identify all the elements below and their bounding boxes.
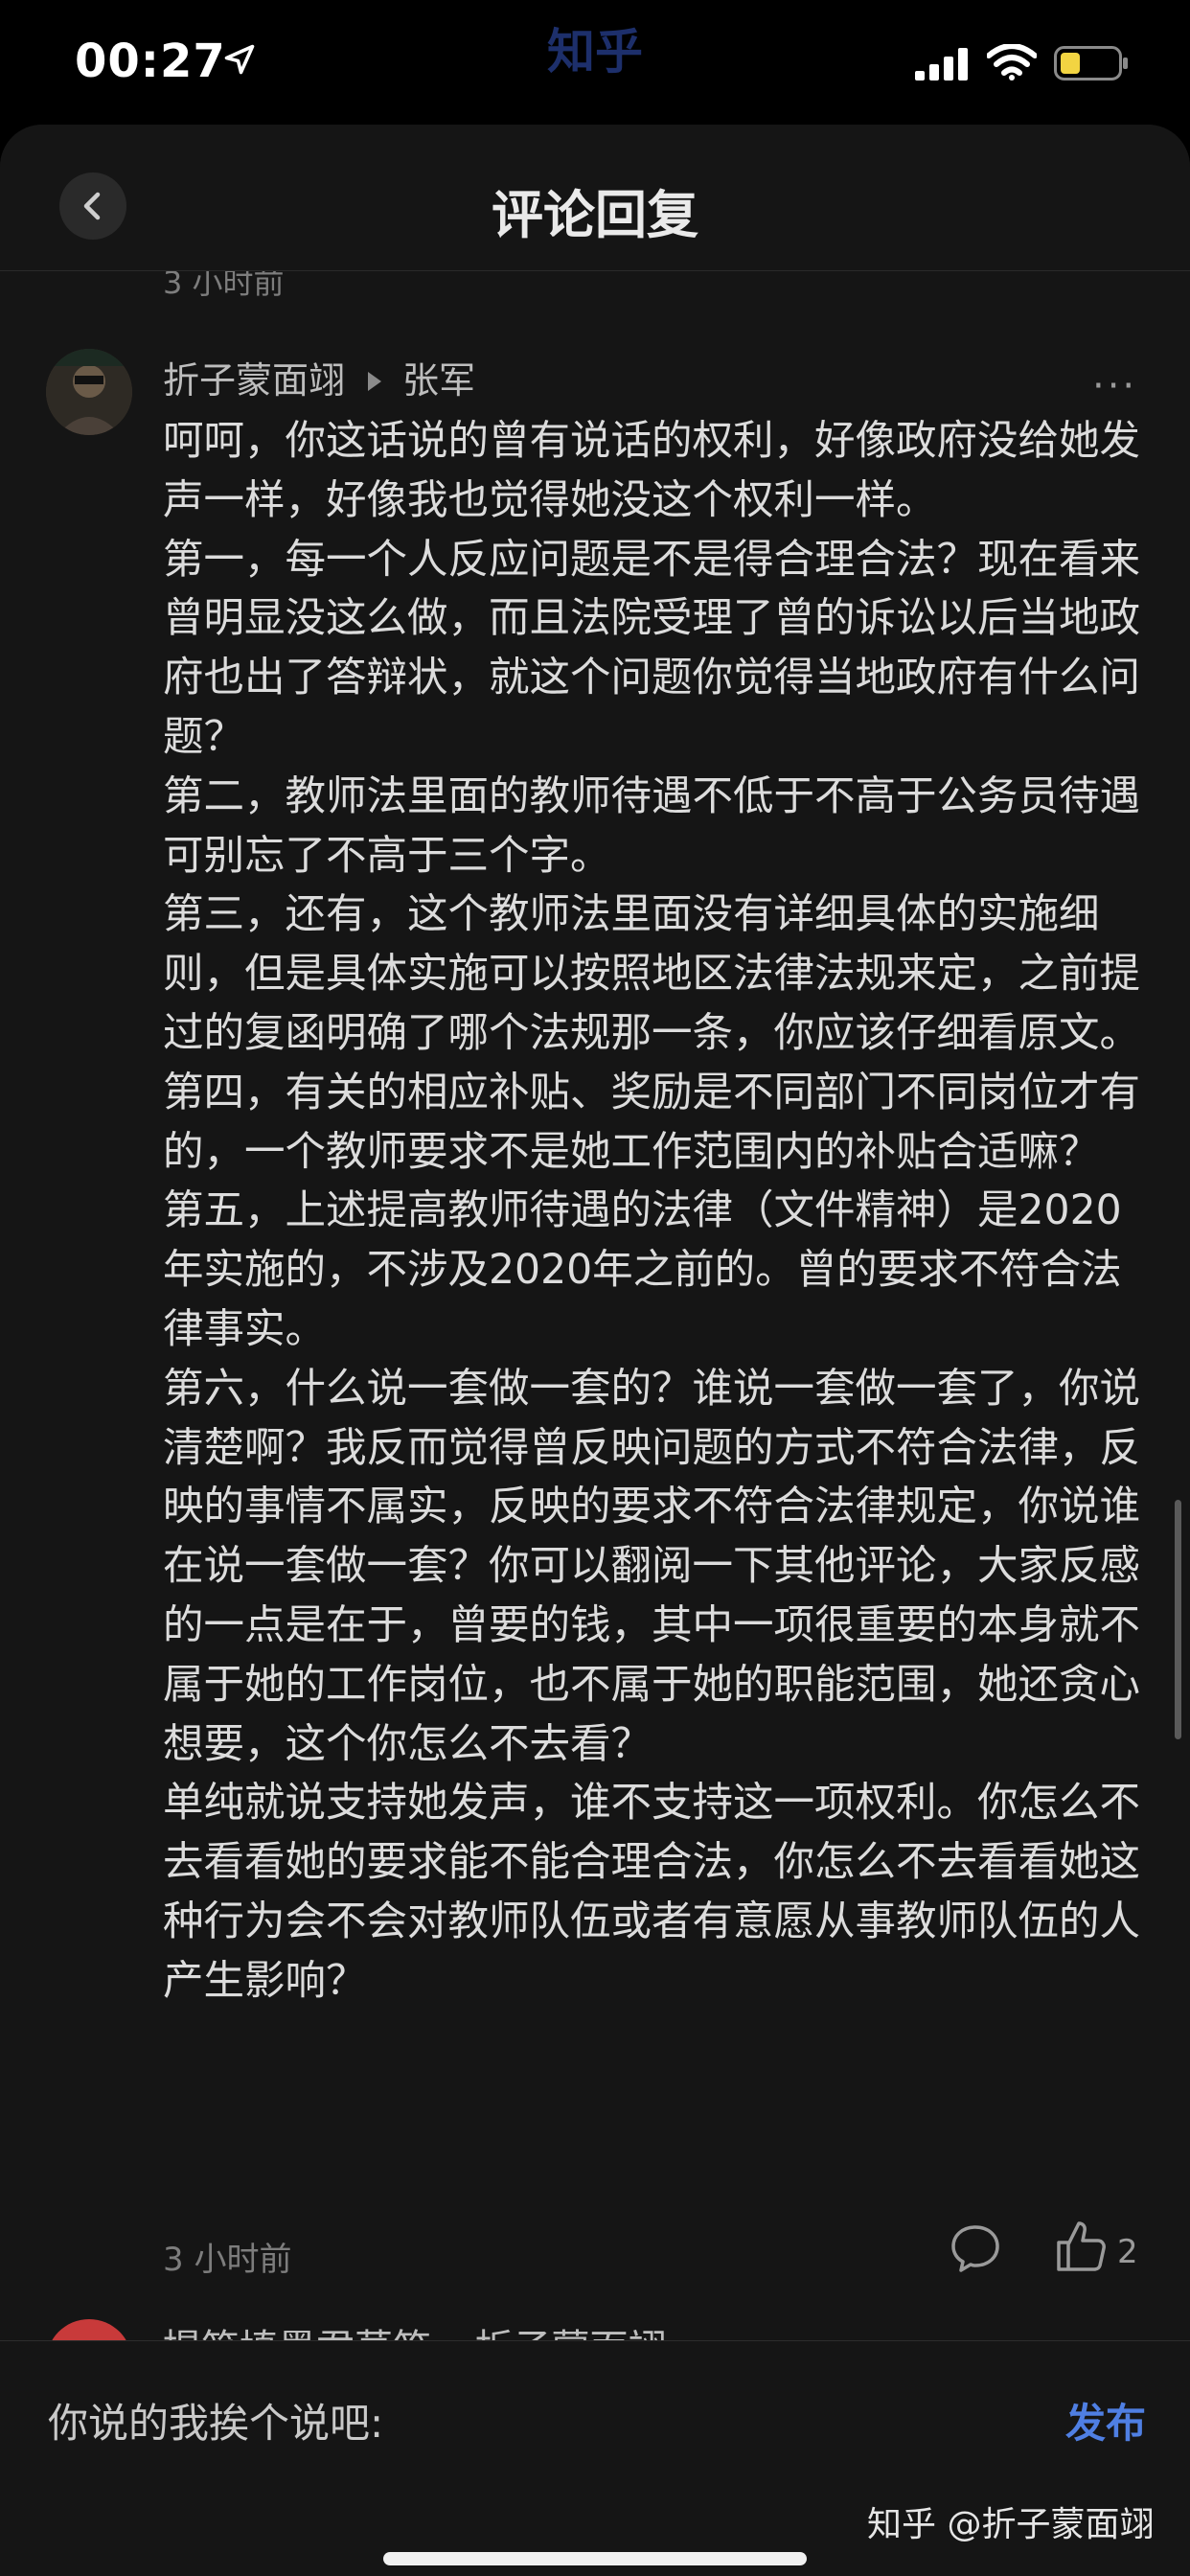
reply-bubble-icon[interactable] [949,2221,1002,2275]
thumbs-up-icon[interactable] [1054,2218,1108,2275]
reply-arrow-icon [368,371,382,391]
publish-button[interactable]: 发布 [1065,2391,1146,2450]
status-bar: 00:27 知乎 [0,0,1190,125]
comment-paragraph: 第六，什么说一套做一套的？谁说一套做一套了，你说清楚啊？我反而觉得曾反映问题的方… [163,1365,1141,1768]
comment-paragraph: 第二，教师法里面的教师待遇不低于不高于公务员待遇可别忘了不高于三个字。 [163,772,1141,880]
comment-paragraph: 第五，上述提高教师待遇的法律（文件精神）是2020年实施的，不涉及2020年之前… [163,1187,1122,1353]
comment-time: 3 小时前 [163,2241,292,2279]
comment-sheet: 评论回复 3 小时前 折子蒙面翊 张军 ··· 呵呵，你这话说的曾有说话的权利，好… [0,125,1190,2576]
comment-body: 呵呵，你这话说的曾有说话的权利，好像政府没给她发声一样，好像我也觉得她没这个权利… [163,412,1140,2012]
comment-paragraph: 呵呵，你这话说的曾有说话的权利，好像政府没给她发声一样，好像我也觉得她没这个权利… [163,418,1141,524]
like-count: 2 [1117,2233,1138,2271]
reply-input-bar: 你说的我挨个说吧: 发布 知乎 @折子蒙面翊 [0,2340,1190,2576]
header: 评论回复 [0,125,1190,271]
comment-paragraph: 第四，有关的相应补贴、奖励是不同部门不同岗位才有的，一个教师要求不是她工作范围内… [163,1069,1141,1176]
wifi-icon [987,44,1037,80]
home-indicator[interactable] [383,2552,807,2565]
avatar[interactable] [46,349,132,435]
comment-paragraph: 第一，每一个人反应问题是不是得合理合法？现在看来曾明显没这么做，而且法院受理了曾… [163,536,1141,761]
comment-author-row: 折子蒙面翊 张军 [163,351,475,403]
comment-author[interactable]: 折子蒙面翊 [163,359,345,402]
signal-icon [915,48,968,80]
battery-icon [1054,46,1128,80]
reply-input[interactable]: 你说的我挨个说吧: [48,2391,383,2450]
comment-paragraph: 第三，还有，这个教师法里面没有详细具体的实施细则，但是具体实施可以按照地区法律法… [163,891,1141,1057]
comment-paragraph: 单纯就说支持她发声，谁不支持这一项权利。你怎么不去看看她的要求能不能合理合法，你… [163,1780,1141,2005]
scrollbar[interactable] [1175,1500,1181,1739]
more-options-button[interactable]: ··· [1092,364,1137,408]
page-title: 评论回复 [492,185,698,245]
watermark-attribution: 知乎 @折子蒙面翊 [867,2505,1155,2544]
reply-to-user[interactable]: 张军 [402,359,475,402]
